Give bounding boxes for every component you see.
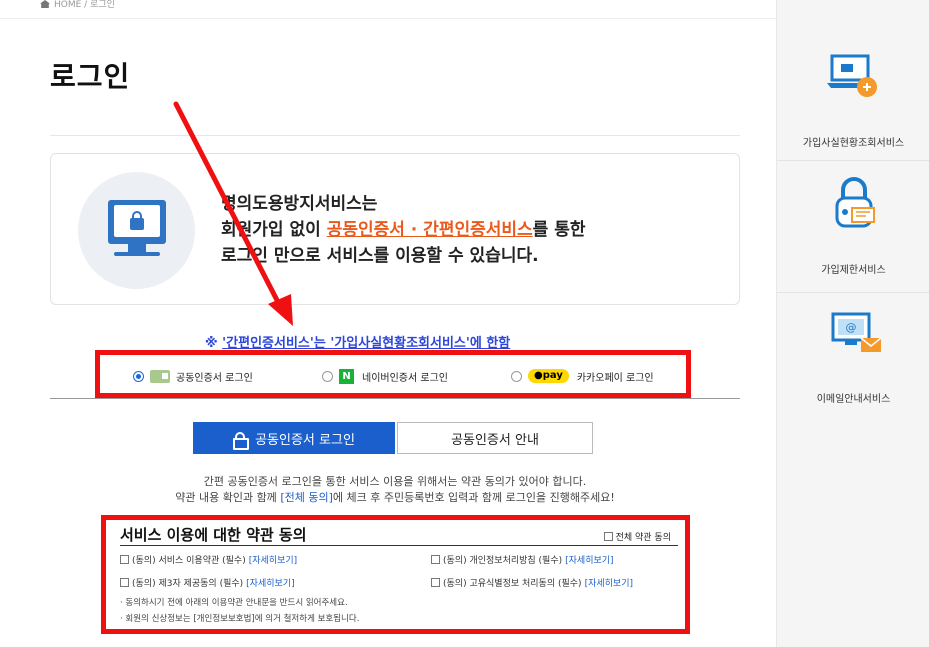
info-illustration [78,172,195,289]
sidebar-item-subscription-limit[interactable] [777,174,929,240]
sidebar-item-subscription-lookup[interactable] [777,50,929,116]
info-line-3: 로그인 만으로 서비스를 이용할 수 있습니다. [221,246,539,266]
term-privacy[interactable]: (동의) 개인정보처리방침 (필수) [자세히보기] [431,553,614,566]
breadcrumb-text[interactable]: HOME / 로그인 [54,0,115,10]
info-text: 명의도용방지서비스는 회원가입 없이 공동인증서 · 간편인증서비스를 통한 로… [221,191,586,269]
sidebar-item-label[interactable]: 가입사실현황조회서비스 [777,134,929,149]
sidebar-item-email-notice[interactable]: @ [777,308,929,374]
terms-note: · 동의하시기 전에 아래의 이용약관 안내문을 반드시 읽어주세요. [120,598,348,608]
terms-agreement-box: 서비스 이용에 대한 약관 동의 전체 약관 동의 (동의) 서비스 이용약관 … [101,515,690,634]
login-description: 간편 공동인증서 로그인을 통한 서비스 이용을 위해서는 약관 동의가 있어야… [175,475,615,504]
all-agree-checkbox[interactable]: 전체 약관 동의 [603,530,671,543]
terms-title: 서비스 이용에 대한 약관 동의 [120,526,307,544]
certificate-icon [150,369,170,383]
info-line-1: 명의도용방지서비스는 [221,194,378,214]
home-icon[interactable] [40,0,50,8]
login-option-label: 카카오페이 로그인 [576,372,654,384]
lock-card-icon [835,177,875,228]
monitor-mail-icon: @ [831,312,881,352]
info-box: 명의도용방지서비스는 회원가입 없이 공동인증서 · 간편인증서비스를 통한 로… [50,153,740,305]
radio-certificate[interactable] [133,370,144,382]
title-divider [50,135,740,136]
term-detail-link[interactable]: [자세히보기] [246,576,294,589]
checkbox[interactable] [120,578,129,587]
info-line-2: 회원가입 없이 공동인증서 · 간편인증서비스를 통한 [221,220,586,240]
tab-certificate-login[interactable]: 공동인증서 로그인 [193,422,395,454]
info-highlight: 공동인증서 · 간편인증서비스 [326,220,533,240]
radio-naver[interactable] [322,370,333,382]
monitor-lock-icon [108,200,166,244]
laptop-search-icon [826,54,877,97]
login-option-label: 공동인증서 로그인 [176,372,253,384]
kakaopay-icon: ●pay [528,369,569,383]
login-option-naver[interactable]: N 네이버인증서 로그인 [322,368,448,384]
top-divider [0,18,776,19]
breadcrumb: HOME / 로그인 [40,0,115,12]
term-third-party[interactable]: (동의) 제3자 제공동의 (필수) [자세히보기] [120,576,295,589]
sidebar-item-label[interactable]: 가입제한서비스 [777,261,929,276]
checkbox[interactable] [431,555,440,564]
term-service[interactable]: (동의) 서비스 이용약관 (필수) [자세히보기] [120,553,297,566]
term-detail-link[interactable]: [자세히보기] [585,576,633,589]
all-agree-link[interactable]: [전체 동의] [280,491,333,504]
login-option-kakaopay[interactable]: ●pay 카카오페이 로그인 [511,368,654,384]
term-detail-link[interactable]: [자세히보기] [565,553,613,566]
term-detail-link[interactable]: [자세히보기] [249,553,297,566]
page-title: 로그인 [50,60,131,93]
section-divider [50,398,740,399]
login-option-certificate[interactable]: 공동인증서 로그인 [133,368,253,384]
login-option-label: 네이버인증서 로그인 [362,372,448,384]
notice-text: ※ '간편인증서비스'는 '가입사실현황조회서비스'에 한함 [205,336,511,351]
checkbox[interactable] [120,555,129,564]
sidebar-item-label[interactable]: 이메일안내서비스 [777,390,929,405]
checkbox[interactable] [603,532,613,541]
quick-menu-sidebar: 가입사실현황조회서비스 가입제한서비스 @ 이메일안내서비스 [776,0,929,647]
tab-certificate-guide[interactable]: 공동인증서 안내 [397,422,593,454]
lock-icon [233,431,250,450]
svg-text:@: @ [845,321,856,334]
login-method-selector: 공동인증서 로그인 N 네이버인증서 로그인 ●pay 카카오페이 로그인 [95,350,691,398]
term-unique-id[interactable]: (동의) 고유식별정보 처리동의 (필수) [자세히보기] [431,576,633,589]
checkbox[interactable] [431,578,440,587]
terms-note: · 회원의 신상정보는 [개인정보보호법]에 의거 철저하게 보호됩니다. [120,614,360,624]
radio-kakaopay[interactable] [511,370,522,382]
naver-icon: N [339,368,354,384]
